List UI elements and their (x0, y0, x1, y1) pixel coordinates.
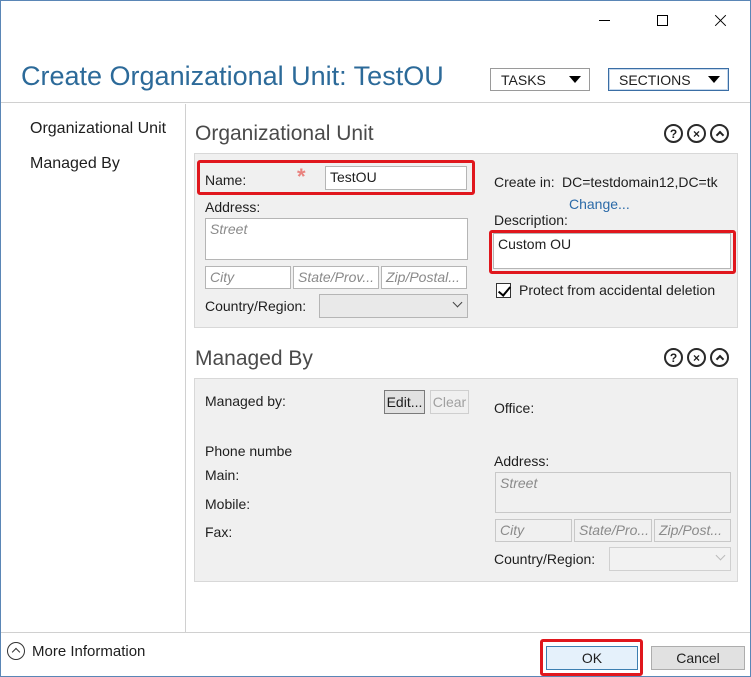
city-placeholder: City (210, 269, 235, 285)
edit-button[interactable]: Edit... (384, 390, 425, 414)
sections-label: SECTIONS (619, 71, 691, 88)
expand-up-icon (7, 642, 25, 660)
tasks-dropdown[interactable]: TASKS (490, 68, 590, 91)
city-input[interactable]: City (205, 266, 291, 289)
close-icon (714, 14, 727, 27)
dialog-window: Create Organizational Unit: TestOU TASKS… (0, 0, 751, 677)
more-information-toggle[interactable]: More Information (7, 642, 145, 660)
maximize-button[interactable] (639, 1, 685, 39)
managed-street-input: Street (495, 472, 731, 513)
managed-state-input: State/Pro... (574, 519, 652, 542)
managed-zip-input: Zip/Post... (654, 519, 731, 542)
state-placeholder: State/Prov... (298, 269, 374, 285)
address-label: Address: (205, 199, 261, 215)
minimize-icon (598, 19, 610, 21)
close-section-icon[interactable]: × (687, 124, 706, 143)
section-navigation: Organizational Unit Managed By (1, 104, 186, 632)
create-in-value: DC=testdomain12,DC=tk (562, 174, 718, 190)
maximize-icon (656, 14, 668, 26)
street-placeholder: Street (500, 475, 538, 491)
state-placeholder: State/Pro... (579, 522, 650, 538)
clear-button[interactable]: Clear (430, 390, 469, 414)
fax-label: Fax: (205, 524, 233, 540)
nav-item-organizational-unit[interactable]: Organizational Unit (30, 120, 166, 138)
protect-label: Protect from accidental deletion (519, 282, 716, 298)
dropdown-arrow-icon (708, 76, 720, 83)
state-input[interactable]: State/Prov... (293, 266, 379, 289)
ok-highlight (540, 639, 643, 676)
chevron-down-icon (452, 297, 463, 308)
chevron-down-icon (715, 550, 726, 561)
managed-by-panel: Managed by: Edit... Clear Phone numbe Ma… (194, 378, 738, 582)
office-label: Office: (494, 400, 535, 416)
managed-by-label: Managed by: (205, 393, 286, 409)
dialog-header: Create Organizational Unit: TestOU TASKS… (1, 39, 750, 103)
page-title: Create Organizational Unit: TestOU (21, 61, 444, 91)
title-bar (1, 1, 750, 39)
description-highlight (489, 230, 736, 274)
collapse-icon[interactable] (710, 124, 729, 143)
sections-dropdown[interactable]: SECTIONS (608, 68, 729, 91)
country-label: Country/Region: (205, 298, 307, 314)
managed-city-input: City (495, 519, 572, 542)
zip-input[interactable]: Zip/Postal... (381, 266, 467, 289)
zip-placeholder: Zip/Postal... (386, 269, 460, 285)
name-highlight (197, 160, 475, 195)
managed-by-section-controls: ? × (664, 348, 729, 367)
country-select[interactable] (319, 294, 468, 318)
street-placeholder: Street (210, 221, 248, 237)
city-placeholder: City (500, 522, 525, 538)
protect-checkbox[interactable] (496, 283, 511, 298)
help-icon[interactable]: ? (664, 348, 683, 367)
org-unit-section-title: Organizational Unit (195, 122, 374, 145)
close-section-icon[interactable]: × (687, 348, 706, 367)
phone-number-label: Phone numbe (205, 443, 293, 459)
more-information-label: More Information (32, 642, 146, 660)
org-unit-section-controls: ? × (664, 124, 729, 143)
collapse-icon[interactable] (710, 348, 729, 367)
zip-placeholder: Zip/Post... (659, 522, 723, 538)
nav-item-managed-by[interactable]: Managed By (30, 155, 120, 173)
help-icon[interactable]: ? (664, 124, 683, 143)
create-in-label: Create in: (494, 174, 555, 190)
street-input[interactable]: Street (205, 218, 468, 260)
minimize-button[interactable] (581, 1, 627, 39)
description-label: Description: (494, 212, 568, 228)
tasks-label: TASKS (501, 71, 546, 88)
change-link[interactable]: Change... (569, 196, 630, 212)
managed-country-label: Country/Region: (494, 551, 596, 567)
mobile-phone-label: Mobile: (205, 496, 251, 512)
org-unit-panel: Name: * TestOU Address: Street City Stat… (194, 153, 738, 328)
close-window-button[interactable] (697, 1, 743, 39)
managed-country-select (609, 547, 731, 571)
managed-by-section-title: Managed By (195, 347, 313, 370)
cancel-button[interactable]: Cancel (651, 646, 745, 670)
dialog-footer: More Information OK Cancel (1, 632, 750, 676)
managed-address-label: Address: (494, 453, 550, 469)
main-phone-label: Main: (205, 467, 240, 483)
dropdown-arrow-icon (569, 76, 581, 83)
